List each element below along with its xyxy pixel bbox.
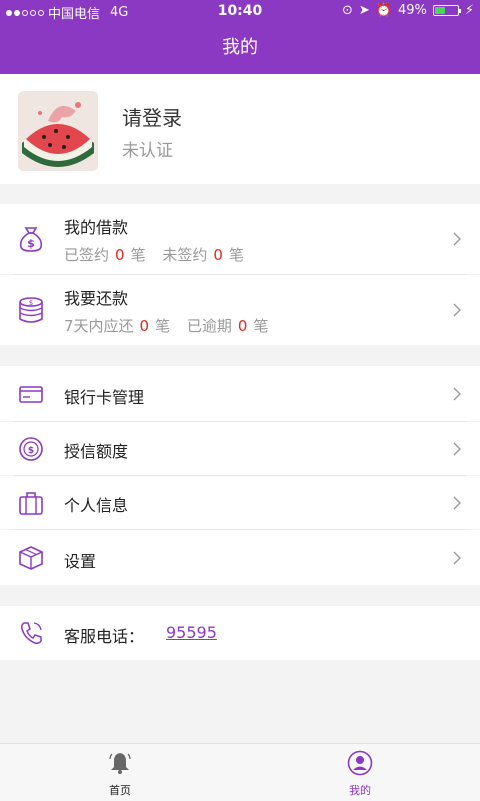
chevron-right-icon: [453, 551, 461, 565]
repay-row[interactable]: $ 我要还款 7天内应还 0 笔 已逾期 0 笔: [0, 275, 480, 345]
battery-icon: [432, 5, 461, 16]
my-loans-row[interactable]: $ 我的借款 已签约 0 笔 未签约 0 笔: [0, 204, 480, 274]
status-bar: 中国电信 4G 10:40 ⊙ ➤ ⏰ 49% ⚡: [0, 0, 480, 22]
my-loans-summary: 已签约 0 笔 未签约 0 笔: [64, 246, 244, 264]
menu-item-label: 授信额度: [64, 442, 129, 461]
svg-text:$: $: [27, 237, 35, 250]
tab-mine-label: 我的: [349, 784, 371, 797]
menu-item-label: 银行卡管理: [64, 388, 145, 407]
customer-service-label: 客服电话：: [64, 627, 145, 646]
tab-home-label: 首页: [109, 784, 131, 797]
chevron-right-icon: [453, 387, 461, 401]
alarm-icon: ⏰: [375, 3, 392, 18]
login-prompt[interactable]: 请登录: [122, 102, 182, 131]
menu-item-credit-limit[interactable]: $ 授信额度: [0, 422, 480, 475]
battery-percent: 49%: [397, 3, 427, 18]
menu-item-bank-card[interactable]: 银行卡管理: [0, 366, 480, 421]
box-icon: [19, 546, 43, 570]
svg-text:$: $: [28, 446, 34, 456]
svg-text:$: $: [29, 299, 33, 307]
user-icon: [347, 750, 373, 776]
menu-item-label: 设置: [64, 552, 97, 571]
profile-card[interactable]: 请登录 未认证: [0, 74, 480, 184]
watermelon-avatar-image: [18, 91, 98, 171]
tab-home[interactable]: 首页: [90, 750, 150, 798]
bank-card-icon: [19, 386, 43, 403]
page-title: 我的: [0, 22, 480, 74]
chevron-right-icon: [453, 232, 461, 246]
location-icon: ➤: [358, 3, 370, 18]
chevron-right-icon: [453, 496, 461, 510]
verification-status: 未认证: [122, 141, 173, 161]
menu-item-settings[interactable]: 设置: [0, 530, 480, 585]
money-bag-icon: $: [19, 227, 43, 252]
orientation-lock-icon: ⊙: [341, 3, 353, 18]
repay-summary: 7天内应还 0 笔 已逾期 0 笔: [64, 317, 269, 335]
phone-icon: [21, 622, 42, 644]
my-loans-title: 我的借款: [64, 218, 129, 237]
menu-item-label: 个人信息: [64, 496, 129, 515]
chevron-right-icon: [453, 442, 461, 456]
coin-stack-icon: $: [19, 297, 43, 323]
avatar[interactable]: [18, 91, 98, 171]
chevron-right-icon: [453, 303, 461, 317]
credit-coin-icon: $: [19, 437, 43, 461]
menu-item-personal-info[interactable]: 个人信息: [0, 476, 480, 529]
customer-service-phone-link[interactable]: 95595: [166, 623, 217, 642]
customer-service-row: 客服电话： 95595: [0, 606, 480, 660]
bell-icon: [109, 753, 131, 774]
tab-mine[interactable]: 我的: [330, 750, 390, 798]
repay-title: 我要还款: [64, 289, 129, 308]
charging-icon: ⚡: [464, 3, 474, 18]
tab-bar: 首页 我的: [0, 743, 480, 801]
suitcase-icon: [19, 492, 43, 515]
